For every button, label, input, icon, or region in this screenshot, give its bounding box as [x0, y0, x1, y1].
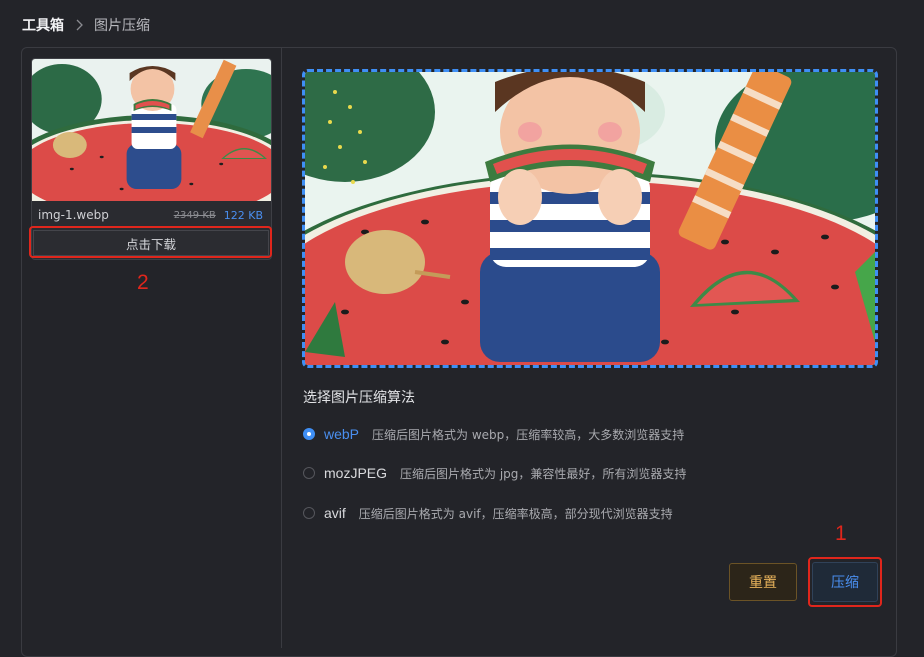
download-highlight — [29, 226, 272, 258]
option-name-webp: webP — [324, 426, 360, 442]
algorithm-title: 选择图片压缩算法 — [303, 390, 415, 406]
compress-step-number: 1 — [835, 522, 847, 545]
compress-highlight — [808, 557, 882, 607]
radio-mozjpeg[interactable] — [303, 467, 315, 479]
breadcrumb-current: 图片压缩 — [94, 18, 150, 34]
radio-avif[interactable] — [303, 507, 315, 519]
algorithm-option-avif[interactable]: avif 压缩后图片格式为 avif，压缩率极高，部分现代浏览器支持 — [303, 504, 673, 522]
preview-image — [305, 72, 875, 365]
image-preview[interactable] — [302, 69, 878, 368]
option-desc-webp: 压缩后图片格式为 webp，压缩率较高，大多数浏览器支持 — [372, 427, 685, 442]
download-step-number: 2 — [137, 271, 149, 294]
compressed-size: 122 KB — [223, 208, 263, 222]
option-name-avif: avif — [324, 505, 346, 521]
chevron-right-icon — [76, 19, 83, 31]
option-desc-mozjpeg: 压缩后图片格式为 jpg，兼容性最好，所有浏览器支持 — [400, 466, 687, 481]
original-size: 2349 KB — [173, 209, 216, 221]
file-thumbnail — [32, 59, 271, 201]
algorithm-option-mozjpeg[interactable]: mozJPEG 压缩后图片格式为 jpg，兼容性最好，所有浏览器支持 — [303, 464, 686, 482]
file-meta: img-1.webp 2349 KB 122 KB — [38, 207, 263, 223]
option-desc-avif: 压缩后图片格式为 avif，压缩率极高，部分现代浏览器支持 — [358, 506, 673, 521]
algorithm-option-webp[interactable]: webP 压缩后图片格式为 webp，压缩率较高，大多数浏览器支持 — [303, 425, 684, 443]
breadcrumb-root[interactable]: 工具箱 — [22, 15, 64, 35]
reset-button[interactable]: 重置 — [729, 563, 797, 601]
panel-divider — [281, 48, 282, 648]
radio-webp[interactable] — [303, 428, 315, 440]
file-name: img-1.webp — [38, 208, 109, 222]
breadcrumb: 工具箱 图片压缩 — [22, 13, 150, 37]
option-name-mozjpeg: mozJPEG — [324, 465, 388, 481]
